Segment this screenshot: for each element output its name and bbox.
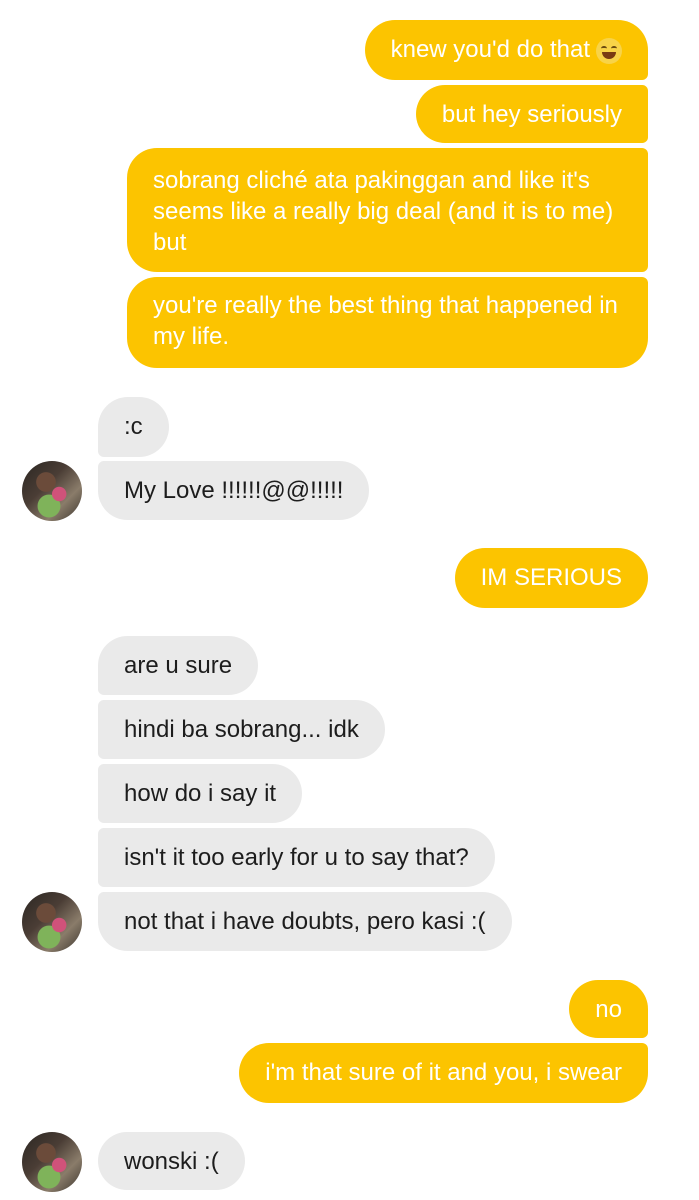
message-text: how do i say it: [124, 780, 277, 807]
received-message[interactable]: hindi ba sobrang... idk: [98, 700, 385, 759]
sent-message[interactable]: no: [569, 980, 648, 1038]
received-message[interactable]: My Love !!!!!!@@!!!!!: [98, 461, 370, 520]
message-text: isn't it too early for u to say that?: [124, 844, 469, 871]
message-text: :c: [124, 413, 143, 440]
message-text: i'm that sure of it and you, i swear: [265, 1059, 622, 1086]
sent-message[interactable]: sobrang cliché ata pakinggan and like it…: [127, 148, 648, 272]
message-text: sobrang cliché ata pakinggan and like it…: [153, 167, 614, 256]
message-text: My Love !!!!!!@@!!!!!: [124, 477, 344, 504]
message-text: are u sure: [124, 652, 233, 679]
received-message[interactable]: isn't it too early for u to say that?: [98, 828, 495, 887]
message-text: but hey seriously: [441, 101, 622, 128]
message-text: not that i have doubts, pero kasi :(: [124, 908, 486, 935]
received-message[interactable]: how do i say it: [98, 764, 303, 823]
contact-avatar[interactable]: [22, 1132, 82, 1192]
message-text: wonski :(: [124, 1148, 219, 1175]
sent-message[interactable]: i'm that sure of it and you, i swear: [239, 1043, 648, 1103]
message-text: no: [595, 996, 622, 1023]
message-text: knew you'd do that: [390, 36, 590, 63]
contact-avatar[interactable]: [22, 461, 82, 521]
sent-message[interactable]: IM SERIOUS: [454, 548, 648, 608]
received-message[interactable]: wonski :(: [98, 1132, 245, 1190]
message-text: hindi ba sobrang... idk: [124, 716, 359, 743]
received-message[interactable]: :c: [98, 397, 169, 457]
received-message[interactable]: not that i have doubts, pero kasi :(: [98, 892, 512, 951]
sent-message[interactable]: knew you'd do that: [364, 20, 648, 80]
contact-avatar[interactable]: [22, 892, 82, 952]
sent-message[interactable]: but hey seriously: [415, 85, 648, 143]
joy-emoji-icon: [596, 37, 622, 64]
message-text: you're really the best thing that happen…: [153, 292, 618, 350]
message-text: IM SERIOUS: [480, 564, 622, 591]
received-message[interactable]: are u sure: [98, 636, 259, 695]
sent-message[interactable]: you're really the best thing that happen…: [127, 277, 648, 368]
